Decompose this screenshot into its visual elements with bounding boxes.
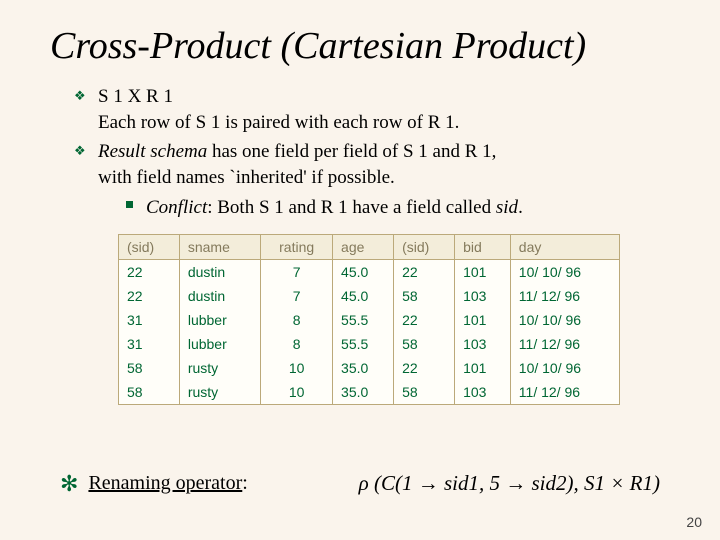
cell: 55.5 <box>333 308 394 332</box>
cell: 35.0 <box>333 380 394 404</box>
cell: 10/ 10/ 96 <box>510 356 619 380</box>
renaming-formula: ρ (C(1 → sid1, 5 → sid2), S1 × R1) <box>258 471 660 496</box>
sub-bullet-item: Conflict: Both S 1 and R 1 have a field … <box>126 195 670 221</box>
bullet-list: ❖ S 1 X R 1 Each row of S 1 is paired wi… <box>74 84 670 220</box>
diamond-icon: ❖ <box>74 142 86 160</box>
renaming-colon: : <box>242 472 248 494</box>
cell: rusty <box>179 380 260 404</box>
col-header: (sid) <box>394 235 455 260</box>
cell: 8 <box>261 332 333 356</box>
cell: 101 <box>455 356 511 380</box>
cell: 31 <box>119 332 179 356</box>
cell: 58 <box>394 380 455 404</box>
col-header: rating <box>261 235 333 260</box>
col-header: day <box>510 235 619 260</box>
cell: 31 <box>119 308 179 332</box>
col-header: (sid) <box>119 235 179 260</box>
table-header-row: (sid) sname rating age (sid) bid day <box>119 235 619 260</box>
bullet-text: Result schema <box>98 141 207 162</box>
cell: 103 <box>455 284 511 308</box>
cell: 22 <box>394 260 455 285</box>
cell: 45.0 <box>333 284 394 308</box>
cell: 10 <box>261 380 333 404</box>
table-row: 22dustin745.05810311/ 12/ 96 <box>119 284 619 308</box>
cell: 11/ 12/ 96 <box>510 284 619 308</box>
page-title: Cross-Product (Cartesian Product) <box>50 24 670 68</box>
table-row: 58rusty1035.05810311/ 12/ 96 <box>119 380 619 404</box>
cell: 58 <box>394 332 455 356</box>
bullet-text: has one field per field of S 1 and R 1, <box>207 141 496 162</box>
cell: 11/ 12/ 96 <box>510 332 619 356</box>
cell: 35.0 <box>333 356 394 380</box>
cell: 11/ 12/ 96 <box>510 380 619 404</box>
bullet-item: ❖ S 1 X R 1 Each row of S 1 is paired wi… <box>74 84 670 135</box>
cell: lubber <box>179 308 260 332</box>
cell: 8 <box>261 308 333 332</box>
col-header: sname <box>179 235 260 260</box>
cell: 22 <box>394 308 455 332</box>
bullet-item: ❖ Result schema has one field per field … <box>74 139 670 220</box>
cell: 101 <box>455 308 511 332</box>
col-header: age <box>333 235 394 260</box>
cell: lubber <box>179 332 260 356</box>
cell: 10/ 10/ 96 <box>510 260 619 285</box>
bullet-text: Each row of S 1 is paired with each row … <box>98 112 459 133</box>
cell: 58 <box>119 380 179 404</box>
envelope-icon: ✻ <box>60 473 78 495</box>
cell: 10/ 10/ 96 <box>510 308 619 332</box>
sub-bullet-list: Conflict: Both S 1 and R 1 have a field … <box>126 195 670 221</box>
cell: 45.0 <box>333 260 394 285</box>
cell: 58 <box>394 284 455 308</box>
bullet-text: : Both S 1 and R 1 have a field called <box>207 197 496 218</box>
table-row: 22dustin745.02210110/ 10/ 96 <box>119 260 619 285</box>
cell: dustin <box>179 284 260 308</box>
cell: 103 <box>455 380 511 404</box>
cell: 22 <box>119 284 179 308</box>
renaming-label: Renaming operator: <box>88 472 247 495</box>
cell: 10 <box>261 356 333 380</box>
bullet-text: S 1 X R 1 <box>98 86 173 107</box>
cell: rusty <box>179 356 260 380</box>
cell: 101 <box>455 260 511 285</box>
page-number: 20 <box>686 514 702 530</box>
cell: 103 <box>455 332 511 356</box>
square-icon <box>126 201 133 208</box>
cell: dustin <box>179 260 260 285</box>
table-row: 58rusty1035.02210110/ 10/ 96 <box>119 356 619 380</box>
cell: 7 <box>261 284 333 308</box>
cell: 22 <box>394 356 455 380</box>
bullet-text: Conflict <box>146 197 207 218</box>
bullet-text: with field names `inherited' if possible… <box>98 167 395 188</box>
cell: 55.5 <box>333 332 394 356</box>
table-row: 31lubber855.52210110/ 10/ 96 <box>119 308 619 332</box>
footer-line: ✻ Renaming operator: ρ (C(1 → sid1, 5 → … <box>60 471 660 496</box>
bullet-text: sid <box>496 197 518 218</box>
cell: 58 <box>119 356 179 380</box>
renaming-text: Renaming operator <box>88 472 242 494</box>
result-table: (sid) sname rating age (sid) bid day 22d… <box>118 234 620 405</box>
diamond-icon: ❖ <box>74 87 86 105</box>
cell: 22 <box>119 260 179 285</box>
cell: 7 <box>261 260 333 285</box>
col-header: bid <box>455 235 511 260</box>
table-row: 31lubber855.55810311/ 12/ 96 <box>119 332 619 356</box>
